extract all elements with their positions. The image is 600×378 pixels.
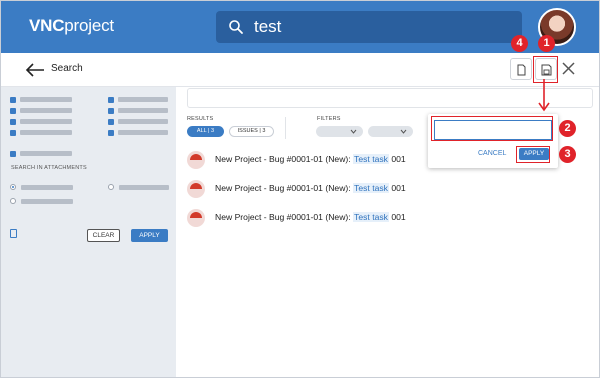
chevron-down-icon (350, 129, 357, 134)
bug-icon (187, 151, 205, 169)
checkbox[interactable] (10, 97, 16, 103)
checkbox-label (118, 119, 168, 124)
chevron-down-icon (400, 129, 407, 134)
checkbox[interactable] (10, 130, 16, 136)
popup-cancel-button[interactable]: CANCEL (478, 150, 506, 157)
global-search-box[interactable]: test (216, 11, 522, 43)
top-header: VNCproject test (1, 1, 599, 53)
annotation-highlight (516, 146, 550, 163)
checkbox-label (20, 151, 72, 156)
result-item[interactable]: New Project - Bug #0001-01 (New): Test t… (187, 178, 487, 200)
checkbox[interactable] (108, 108, 114, 114)
back-arrow-icon[interactable] (25, 63, 45, 77)
annotation-badge: 1 (538, 35, 555, 52)
tab-all[interactable]: ALL | 3 (187, 126, 224, 137)
document-button[interactable] (510, 58, 532, 80)
checkbox[interactable] (10, 108, 16, 114)
app-logo[interactable]: VNCproject (29, 16, 114, 36)
checkbox-label (118, 130, 168, 135)
radio-option[interactable] (10, 184, 16, 190)
search-icon (229, 20, 243, 34)
annotation-badge: 3 (559, 146, 576, 163)
radio-label (21, 185, 73, 190)
tab-issues[interactable]: ISSUES | 3 (229, 126, 274, 137)
checkbox-label (118, 108, 168, 113)
annotation-badge: 2 (559, 120, 576, 137)
search-input[interactable]: test (254, 17, 281, 37)
divider (285, 117, 286, 139)
bug-icon (187, 180, 205, 198)
checkbox[interactable] (108, 130, 114, 136)
checkbox[interactable] (108, 97, 114, 103)
app-window: VNCproject test Search SEARCH IN ATTACHM… (0, 0, 600, 378)
checkbox[interactable] (108, 119, 114, 125)
bug-icon (187, 209, 205, 227)
result-title: New Project - Bug #0001-01 (New): Test t… (215, 212, 406, 222)
annotation-arrow-icon (538, 79, 550, 112)
filter-sidebar: SEARCH IN ATTACHMENTS CLEAR APPLY (1, 87, 176, 377)
annotation-badge: 4 (511, 35, 528, 52)
checkbox-label (20, 97, 72, 102)
checkbox[interactable] (10, 151, 16, 157)
checkbox[interactable] (10, 119, 16, 125)
trash-icon[interactable] (10, 229, 17, 238)
result-title: New Project - Bug #0001-01 (New): Test t… (215, 183, 406, 193)
radio-label (119, 185, 169, 190)
checkbox-label (20, 108, 72, 113)
document-icon (517, 64, 526, 76)
annotation-highlight (431, 116, 553, 141)
results-label: RESULTS (187, 116, 214, 122)
result-item[interactable]: New Project - Bug #0001-01 (New): Test t… (187, 207, 487, 229)
result-title: New Project - Bug #0001-01 (New): Test t… (215, 154, 406, 164)
radio-option[interactable] (108, 184, 114, 190)
close-icon[interactable] (562, 62, 575, 75)
checkbox-label (118, 97, 168, 102)
checkbox-label (20, 119, 72, 124)
radio-option[interactable] (10, 198, 16, 204)
checkbox-label (20, 130, 72, 135)
clear-button[interactable]: CLEAR (87, 229, 120, 242)
page-title: Search (51, 63, 83, 74)
radio-label (21, 199, 73, 204)
apply-filters-button[interactable]: APPLY (131, 229, 168, 242)
search-toolbar: Search (1, 53, 599, 87)
filter-dropdown[interactable] (316, 126, 363, 137)
filters-label: FILTERS (317, 116, 341, 122)
search-in-attachments-label: SEARCH IN ATTACHMENTS (11, 165, 87, 171)
filter-dropdown[interactable] (368, 126, 413, 137)
query-input[interactable] (187, 88, 593, 108)
